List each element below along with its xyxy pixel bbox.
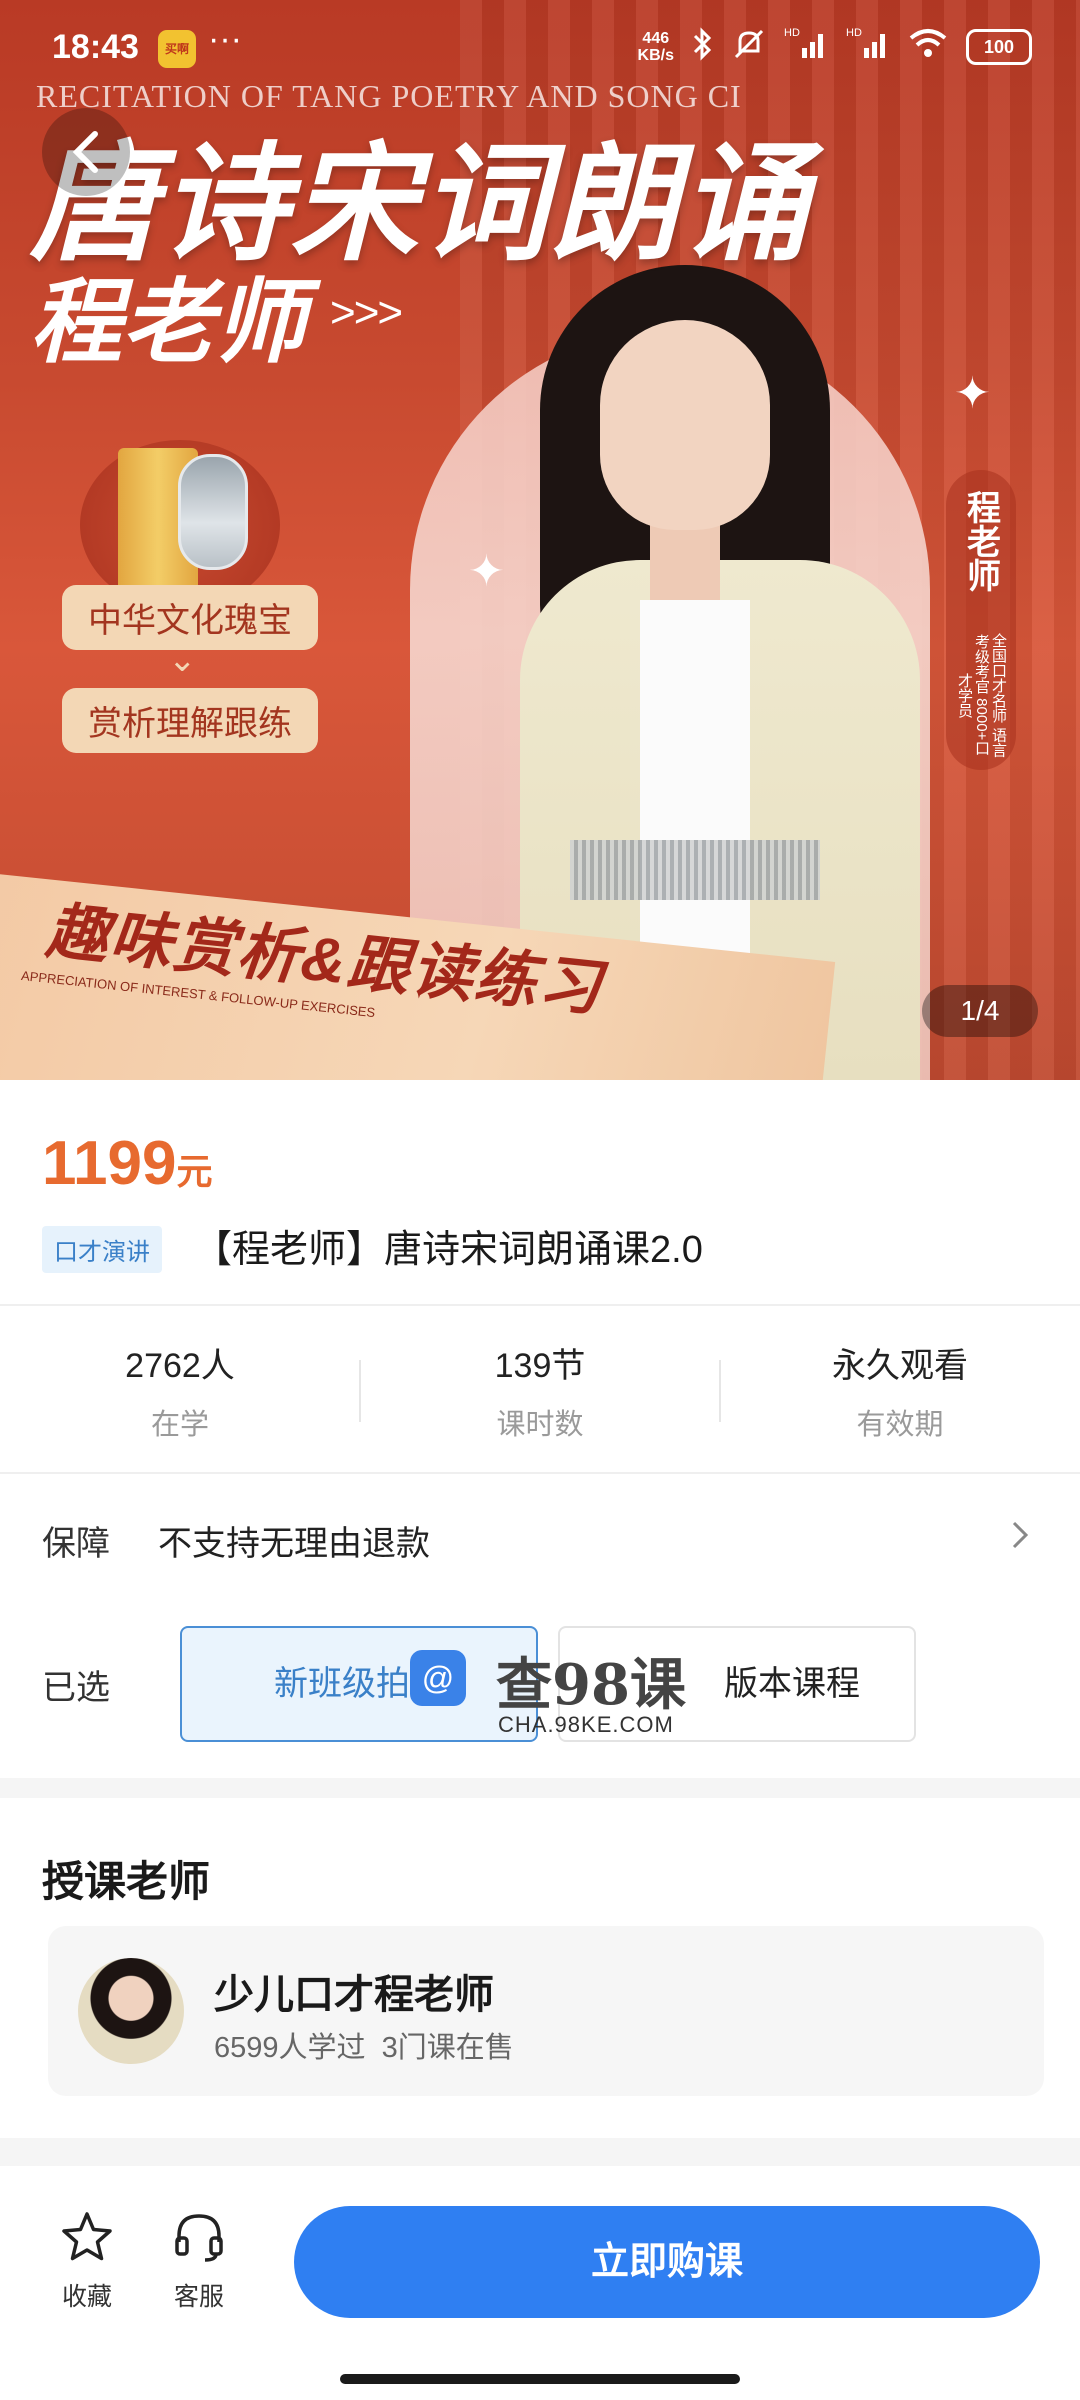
price: 1199元 [42, 1128, 213, 1199]
teacher-photo-fringe [570, 840, 820, 900]
section-gap [0, 1778, 1080, 1798]
price-amount: 1199 [42, 1129, 177, 1198]
customer-service-button[interactable]: 客服 [154, 2210, 244, 2313]
option-new-class[interactable]: 新班级拍这 [180, 1626, 538, 1742]
carousel-page-indicator: 1/4 [922, 985, 1038, 1037]
teacher-name: 少儿口才程老师 [214, 1973, 494, 2017]
battery-icon: 100 [966, 29, 1032, 65]
watermark-url: CHA.98KE.COM [498, 1712, 674, 1737]
teacher-meta: 6599人学过 3门课在售 [214, 2024, 514, 2066]
back-button[interactable] [42, 108, 130, 196]
service-label: 客服 [173, 2283, 224, 2311]
chevron-down-icon: ⌄ [168, 641, 197, 679]
svg-text:HD: HD [846, 27, 862, 39]
teacher-courses: 3门课在售 [381, 2032, 514, 2064]
watermark-logo-icon: @ [410, 1650, 466, 1706]
guarantee-label: 保障 [42, 1525, 110, 1563]
hero-arrows: >>> [330, 288, 403, 337]
side-card-name: 程老师 [961, 490, 1000, 592]
hero-banner[interactable]: RECITATION OF TANG POETRY AND SONG CI 唐诗… [0, 0, 1080, 1080]
chevron-left-icon [72, 131, 98, 173]
star-icon [62, 2212, 112, 2261]
svg-text:HD: HD [784, 27, 800, 39]
mute-icon [732, 27, 766, 68]
headset-icon [175, 2214, 223, 2262]
network-speed: 446 KB/s [637, 30, 674, 64]
guarantee-text: 不支持无理由退款 [158, 1525, 430, 1563]
avatar[interactable] [78, 1958, 184, 2064]
microphone-icon [178, 454, 248, 570]
teacher-section-heading: 授课老师 [42, 1858, 211, 1905]
watermark-text: 查98课 [496, 1652, 686, 1718]
teacher-photo-face [600, 320, 770, 530]
course-stats: 2762人 在学 139节 课时数 永久观看 有效期 [0, 1306, 1080, 1472]
hero-pill-practice: 赏析理解跟练 [62, 688, 318, 753]
teacher-card[interactable] [48, 1926, 1044, 2096]
stat-validity: 永久观看 有效期 [832, 1347, 968, 1441]
stat-learners: 2762人 在学 [125, 1347, 235, 1441]
teacher-side-card: 程老师 全国口才名师 语言考级考官 8000+口才学员 [946, 470, 1016, 770]
bluetooth-icon [692, 26, 714, 68]
favorite-label: 收藏 [61, 2283, 112, 2311]
stat-lessons: 139节 课时数 [494, 1347, 586, 1441]
signal-icon: HD [784, 26, 828, 68]
divider [0, 1472, 1080, 1474]
chevron-right-icon [1010, 1519, 1030, 1556]
signal-icon: HD [846, 26, 890, 68]
selected-label: 已选 [42, 1669, 110, 1707]
home-indicator[interactable] [340, 2374, 740, 2384]
category-tag: 口才演讲 [42, 1226, 162, 1273]
course-title: 【程老师】唐诗宋词朗诵课2.0 [194, 1229, 703, 1271]
buy-course-button[interactable]: 立即购课 [294, 2206, 1040, 2318]
status-bar: 18:43 买啊 ··· 446 KB/s HD HD 100 [0, 0, 1080, 100]
more-notifications-icon: ··· [208, 20, 242, 58]
favorite-button[interactable]: 收藏 [42, 2210, 132, 2313]
wifi-icon [908, 26, 948, 68]
sparkle-icon: ✦ [468, 547, 505, 596]
status-icons: 446 KB/s HD HD 100 [638, 26, 1032, 68]
teacher-learners: 6599人学过 [214, 2032, 366, 2064]
app-notification-icon: 买啊 [158, 30, 196, 68]
hero-teacher-name: 程老师 [30, 272, 307, 374]
side-card-desc: 全国口才名师 语言考级考官 8000+口才学员 [956, 632, 1007, 758]
price-unit: 元 [176, 1151, 213, 1192]
sparkle-icon: ✦ [954, 369, 991, 418]
section-gap [0, 2138, 1080, 2166]
status-time: 18:43 [52, 28, 139, 66]
